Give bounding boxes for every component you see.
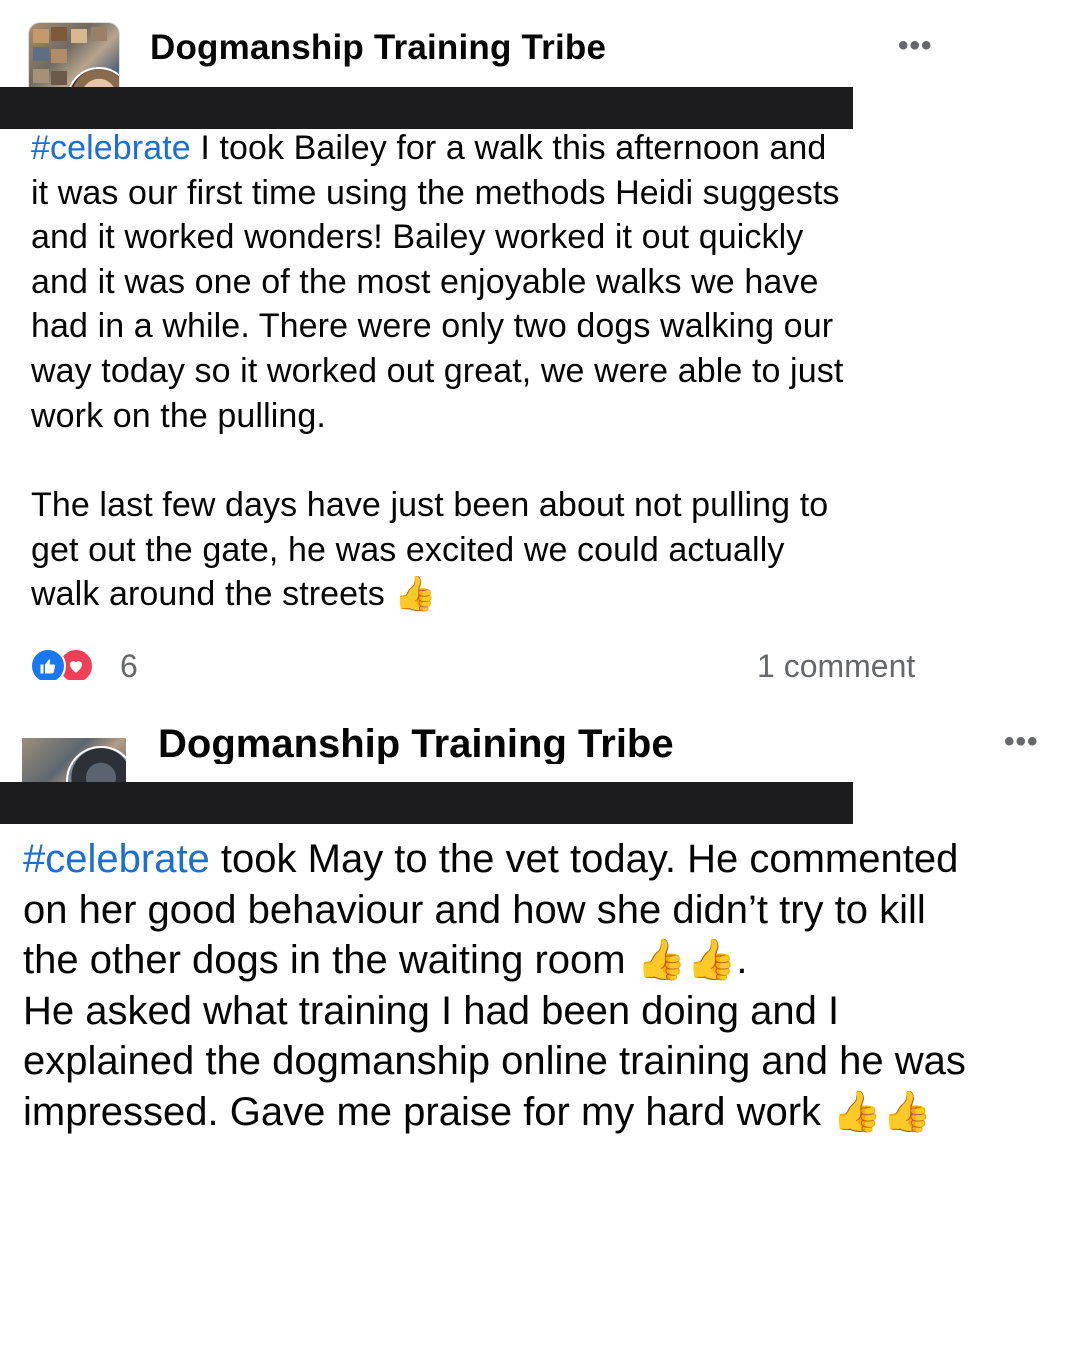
post-line: #celebrate took May to the vet today. He…: [23, 834, 1063, 885]
reaction-count: 6: [120, 648, 138, 680]
screenshot-collage: Dogmanship Training Tribe ••• #celebrate…: [0, 0, 1080, 1350]
more-options-icon[interactable]: •••: [1004, 727, 1039, 757]
hashtag-link[interactable]: #celebrate: [31, 129, 191, 167]
group-name-text: Dogmanship Training Tribe: [158, 722, 674, 764]
post-card-1: Dogmanship Training Tribe ••• #celebrate…: [0, 0, 1080, 680]
post-line: walk around the streets 👍: [31, 572, 971, 617]
post-line-text: I took Bailey for a walk this afternoon …: [190, 129, 827, 167]
post-text: #celebrate I took Bailey for a walk this…: [31, 126, 971, 617]
thumbs-up-icon: 👍👍: [832, 1088, 932, 1135]
like-icon: [30, 648, 66, 680]
group-name[interactable]: Dogmanship Training Tribe: [150, 28, 606, 68]
post-card-2: Dogmanship Training Tribe ••• #celebrate…: [0, 680, 1080, 1350]
post-line-text: walk around the streets: [31, 575, 395, 614]
thumbs-up-icon: 👍👍: [636, 937, 737, 983]
post-line-text: took May to the vet today. He commented: [209, 837, 959, 881]
redaction-bar: [0, 87, 853, 129]
post-line-text: .: [736, 938, 748, 982]
post-line-text: impressed. Gave me praise for my hard wo…: [23, 1089, 833, 1134]
post-line: impressed. Gave me praise for my hard wo…: [23, 1087, 1063, 1138]
post-line: and it worked wonders! Bailey worked it …: [31, 218, 804, 257]
hashtag-link[interactable]: #celebrate: [23, 837, 210, 881]
post-line: He asked what training I had been doing …: [23, 988, 840, 1033]
post-line: #celebrate I took Bailey for a walk this…: [31, 126, 971, 171]
post-line: The last few days have just been about n…: [31, 486, 829, 525]
post-line-text: the other dogs in the waiting room: [23, 938, 637, 982]
post-line: on her good behaviour and how she didn’t…: [23, 887, 926, 932]
post-line: it was our first time using the methods …: [31, 173, 840, 212]
post-line: and it was one of the most enjoyable wal…: [31, 262, 819, 301]
redaction-bar: [0, 782, 853, 824]
post-line: work on the pulling.: [31, 396, 326, 435]
thumbs-up-icon: 👍: [394, 574, 437, 615]
post-line: had in a while. There were only two dogs…: [31, 307, 834, 346]
more-options-icon[interactable]: •••: [898, 31, 933, 61]
post-text: #celebrate took May to the vet today. He…: [23, 834, 1063, 1137]
comment-count-link[interactable]: 1 comment: [757, 648, 915, 680]
post-line: way today so it worked out great, we wer…: [31, 351, 844, 390]
post-line: get out the gate, he was excited we coul…: [31, 530, 785, 569]
post-line: explained the dogmanship online training…: [23, 1039, 966, 1083]
post-line: the other dogs in the waiting room 👍👍.: [23, 935, 1063, 986]
group-name[interactable]: Dogmanship Training Tribe: [158, 722, 674, 764]
